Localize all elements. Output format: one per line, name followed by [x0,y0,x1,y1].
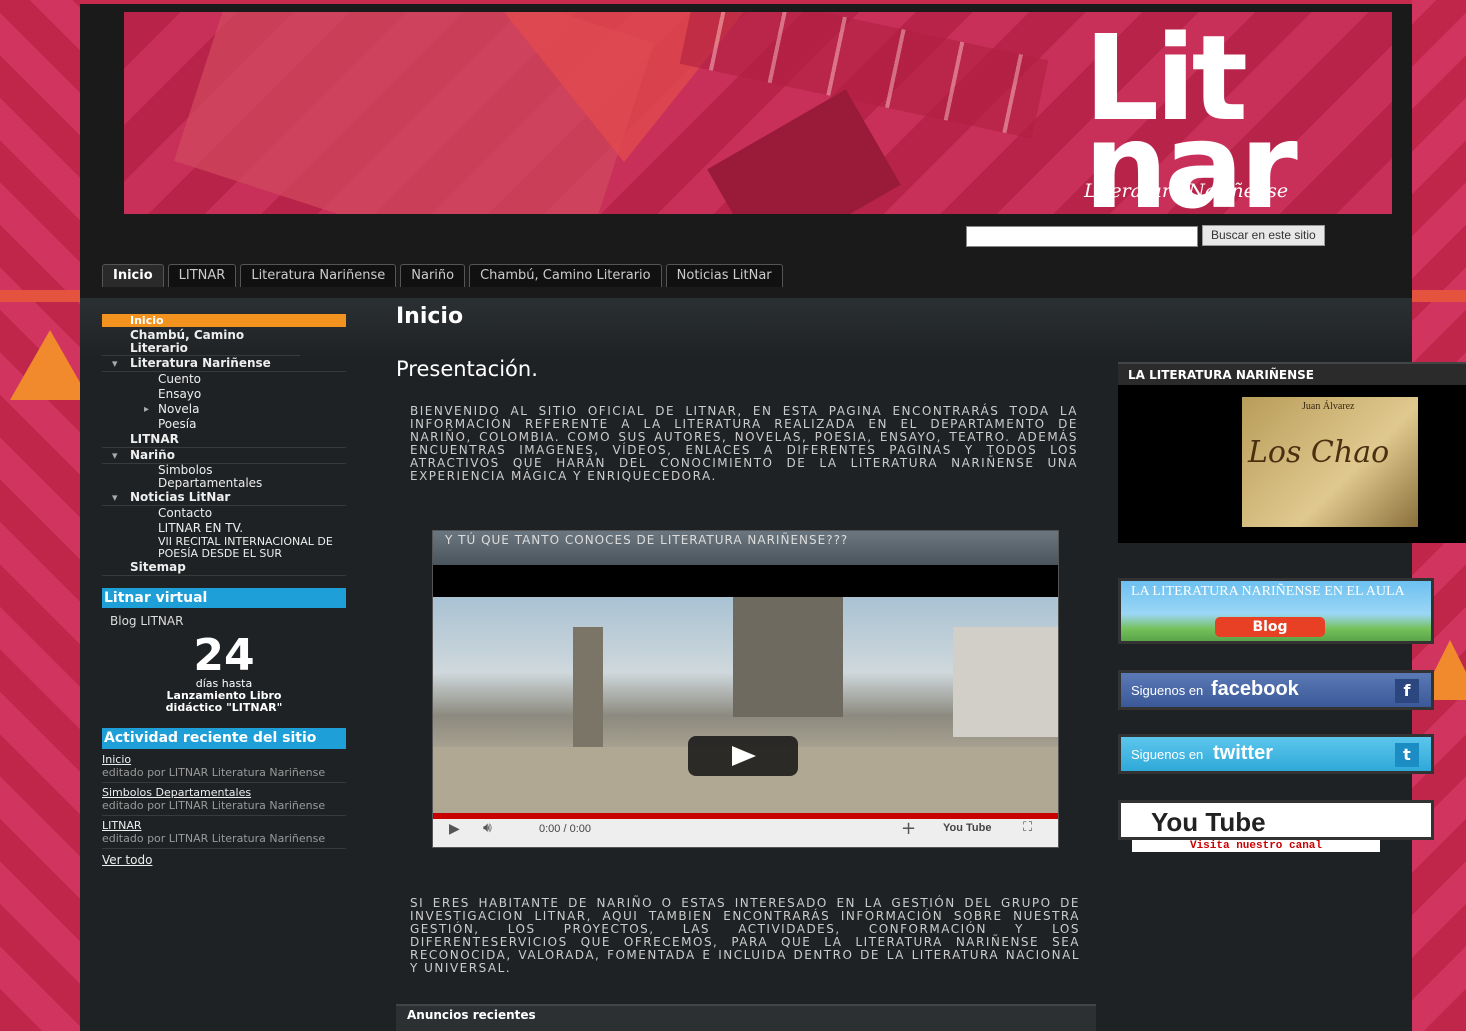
countdown-widget: 24 días hasta Lanzamiento Libro didáctic… [102,634,346,714]
sidebar-item-narino[interactable]: Nariño [102,448,346,464]
fullscreen-icon[interactable]: ⛶ [1023,820,1032,835]
youtube-caption[interactable]: Visita nuestro canal [1132,840,1380,852]
video-progress-bar[interactable] [433,813,1058,819]
site-logo-subtitle: Literatura Nariñense [1084,180,1289,202]
youtube-logo-text: You Tube [1151,807,1266,837]
litnar-virtual-heading: Litnar virtual [102,588,346,608]
video-player[interactable]: Y TÚ QUE TANTO CONOCES DE LITERATURA NAR… [432,530,1059,848]
book-panel: Juan Álvarez Los Chao [1118,385,1466,543]
sidebar-item-chambu[interactable]: Chambú, Camino Literario [102,329,300,356]
countdown-line3: didáctico "LITNAR" [165,701,283,714]
book-author: Juan Álvarez [1302,401,1355,412]
tab-litnar[interactable]: LITNAR [167,264,237,287]
tab-literatura-narinense[interactable]: Literatura Nariñense [240,264,397,287]
twitter-icon: t [1395,743,1419,767]
tab-inicio[interactable]: Inicio [102,264,164,287]
sidebar-item-cuento[interactable]: Cuento [102,372,346,387]
recent-activity-heading: Actividad reciente del sitio [102,728,346,749]
sidebar-item-noticias[interactable]: Noticias LitNar [102,490,346,506]
activity-link[interactable]: Inicio [102,753,346,766]
facebook-follow-text: Siguenos en [1131,683,1204,698]
twitter-badge[interactable]: Siguenos en twitter t [1118,734,1434,774]
blog-badge-icon: Blog [1215,617,1325,637]
sidebar-item-recital[interactable]: VII RECITAL INTERNACIONAL DE POESÍA DESD… [102,536,338,560]
add-icon[interactable]: + [901,818,916,839]
twitter-follow-text: Siguenos en [1131,747,1204,762]
search-input[interactable] [966,226,1198,247]
recent-announcements-heading: Anuncios recientes [396,1004,1096,1031]
list-item: LITNAR editado por LITNAR Literatura Nar… [102,816,346,849]
facebook-icon: f [1395,679,1419,703]
aula-blog-badge[interactable]: LA LITERATURA NARIÑENSE EN EL AULA Blog [1118,578,1434,644]
sidebar-item-sitemap[interactable]: Sitemap [102,560,346,576]
sidebar-item-litnar-tv[interactable]: LITNAR EN TV. [102,521,346,536]
list-item: Inicio editado por LITNAR Literatura Nar… [102,753,346,783]
sidebar-item-litnar[interactable]: LITNAR [102,432,346,448]
video-time: 0:00 / 0:00 [539,823,591,835]
page-title: Inicio [396,304,464,329]
activity-link[interactable]: Simbolos Departamentales [102,786,346,799]
sidebar-item-simbolos[interactable]: Simbolos Departamentales [102,464,318,490]
play-icon[interactable] [688,736,798,776]
activity-meta: editado por LITNAR Literatura Nariñense [102,766,326,779]
tab-narino[interactable]: Nariño [400,264,466,287]
recent-activity-list: Inicio editado por LITNAR Literatura Nar… [102,753,346,867]
youtube-badge[interactable]: You Tube [1118,800,1434,840]
facebook-brand: facebook [1211,678,1299,700]
aula-text: LA LITERATURA NARIÑENSE EN EL AULA [1131,584,1405,599]
video-thumbnail[interactable] [433,597,1058,813]
right-column: LA LITERATURA NARIÑENSE Juan Álvarez Los… [1118,362,1466,852]
activity-link[interactable]: LITNAR [102,819,346,832]
view-all-link[interactable]: Ver todo [102,849,346,867]
tab-noticias[interactable]: Noticias LitNar [665,264,783,287]
sidebar-item-novela[interactable]: Novela [102,402,346,417]
countdown-number: 24 [193,630,255,681]
top-nav-tabs: Inicio LITNAR Literatura Nariñense Nariñ… [102,264,783,287]
facebook-badge[interactable]: Siguenos en facebook f [1118,670,1434,710]
activity-meta: editado por LITNAR Literatura Nariñense [102,832,326,845]
literatura-narinense-heading: LA LITERATURA NARIÑENSE [1118,362,1466,387]
sidebar-item-contacto[interactable]: Contacto [102,506,346,521]
list-item: Simbolos Departamentales editado por LIT… [102,783,346,816]
volume-icon[interactable]: 🔊︎ [483,820,492,836]
youtube-logo-button[interactable]: You Tube [943,822,991,834]
intro-paragraph: BIENVENIDO AL SITIO OFICIAL DE LITNAR, E… [410,404,1078,483]
activity-meta: editado por LITNAR Literatura Nariñense [102,799,326,812]
sidebar-item-inicio[interactable]: Inicio [102,314,346,327]
sidebar-item-ensayo[interactable]: Ensayo [102,387,346,402]
main-content: Inicio Presentación. BIENVENIDO AL SITIO… [396,300,1086,483]
sidebar: Inicio Chambú, Camino Literario Literatu… [102,314,346,867]
play-button-icon[interactable]: ▶ [449,821,460,837]
book-cover-image[interactable]: Juan Álvarez Los Chao [1242,397,1418,527]
tab-chambu[interactable]: Chambú, Camino Literario [469,264,662,287]
book-title: Los Chao [1248,435,1390,470]
section-heading: Presentación. [396,357,538,381]
site-banner[interactable]: Lit nar Literatura Nariñense [124,12,1392,214]
video-title[interactable]: Y TÚ QUE TANTO CONOCES DE LITERATURA NAR… [433,531,1058,565]
search-button[interactable]: Buscar en este sitio [1202,225,1325,246]
sidebar-item-poesia[interactable]: Poesía [102,417,346,432]
sidebar-item-literatura[interactable]: Literatura Nariñense [102,356,346,372]
second-paragraph: SI ERES HABITANTE DE NARIÑO O ESTAS INTE… [410,896,1080,975]
twitter-brand: twitter [1213,742,1273,764]
